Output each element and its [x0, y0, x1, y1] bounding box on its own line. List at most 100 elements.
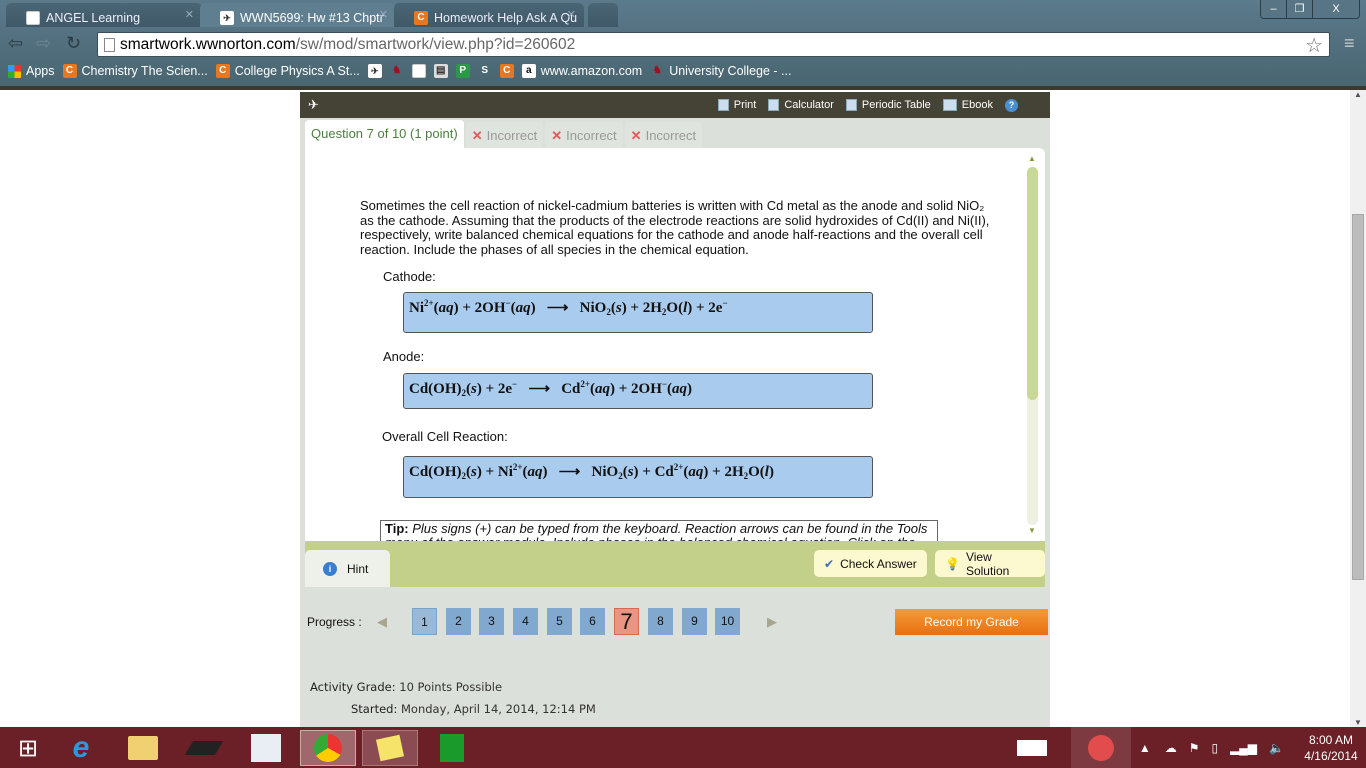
page-scrollbar[interactable]: ▲ ▼	[1350, 90, 1366, 727]
anode-label: Anode:	[383, 349, 425, 364]
page-button-2[interactable]: 2	[446, 608, 471, 635]
overall-answer-field[interactable]: Cd(OH)2(s) + Ni2+(aq) ⟶ NiO2(s) + Cd2+(a…	[403, 456, 873, 498]
tab-wwn5699[interactable]: ✈ WWN5699: Hw #13 Chptr ✕	[200, 3, 396, 27]
close-tab-icon[interactable]: ✕	[185, 8, 194, 21]
address-bar[interactable]: smartwork.wwnorton.com/sw/mod/smartwork/…	[97, 32, 1330, 57]
help-icon[interactable]: ?	[1005, 98, 1018, 112]
hint-button[interactable]: i Hint	[305, 550, 390, 587]
minimize-button[interactable]: –	[1261, 0, 1287, 18]
check-answer-button[interactable]: ✔ Check Answer	[814, 550, 927, 577]
sticky-notes-icon[interactable]	[362, 730, 418, 766]
bookmark-star-icon[interactable]: ☆	[1305, 33, 1323, 58]
chrome-menu-icon[interactable]: ≡	[1344, 33, 1358, 54]
tab-attempt-3[interactable]: ✕ Incorrect	[624, 122, 703, 148]
norton-bird-icon: ✈	[367, 64, 382, 78]
bookmark-clipboard[interactable]: ▤	[433, 64, 448, 78]
action-center-flag-icon[interactable]: ⚑	[1189, 741, 1200, 755]
laptop-icon[interactable]	[176, 730, 232, 766]
scroll-down-arrow-icon[interactable]: ▼	[1354, 718, 1362, 727]
bookmark-chegg[interactable]: C	[499, 64, 514, 78]
print-button[interactable]: Print	[717, 99, 756, 111]
keyboard-icon[interactable]	[1016, 739, 1047, 756]
tab-homework-help[interactable]: C Homework Help Ask A Qu ✕	[394, 3, 584, 27]
scrollbar-thumb[interactable]	[1027, 167, 1038, 400]
smartwork-app: ✈ Print Calculator Periodic Table Ebook …	[300, 90, 1050, 727]
tray-app-alert-icon[interactable]	[1070, 727, 1131, 768]
book-icon	[942, 99, 957, 111]
question-text: Sometimes the cell reaction of nickel-ca…	[360, 198, 990, 257]
record-grade-button[interactable]: Record my Grade	[895, 609, 1048, 635]
window-controls: – ❐ X	[1260, 0, 1360, 19]
clock[interactable]: 8:00 AM 4/16/2014	[1296, 732, 1366, 764]
periodic-table-button[interactable]: Periodic Table	[845, 99, 931, 111]
signal-bars-icon[interactable]: ▂▄▆	[1230, 741, 1257, 755]
forward-arrow-icon[interactable]: ⇨	[36, 33, 51, 54]
page-button-9[interactable]: 9	[682, 608, 707, 635]
bookmark-university-college[interactable]: ♞ University College - ...	[650, 64, 792, 78]
page-button-10[interactable]: 10	[715, 608, 740, 635]
tab-question[interactable]: Question 7 of 10 (1 point)	[305, 120, 464, 148]
incorrect-x-icon: ✕	[551, 128, 563, 143]
new-tab-button[interactable]	[588, 3, 618, 27]
close-tab-icon[interactable]: ✕	[379, 8, 388, 21]
scrollbar-thumb[interactable]	[1352, 214, 1364, 580]
intel-appup-icon[interactable]	[238, 730, 294, 766]
cathode-answer-field[interactable]: Ni2+(aq) + 2OH−(aq) ⟶ NiO2(s) + 2H2O(l) …	[403, 292, 873, 333]
scroll-down-arrow-icon[interactable]: ▼	[1028, 526, 1036, 535]
view-solution-button[interactable]: 💡 View Solution	[935, 550, 1045, 578]
windows-store-icon[interactable]	[424, 730, 480, 766]
scroll-up-arrow-icon[interactable]: ▲	[1028, 154, 1036, 163]
bookmark-wsu[interactable]: ♞	[390, 64, 404, 78]
bookmark-page[interactable]	[411, 64, 426, 78]
restore-button[interactable]: ❐	[1287, 0, 1313, 18]
tab-attempt-1[interactable]: ✕ Incorrect	[465, 122, 544, 148]
page-button-1[interactable]: 1	[412, 608, 437, 635]
wsu-cougar-icon: ♞	[392, 65, 402, 76]
ebook-button[interactable]: Ebook	[942, 99, 993, 111]
previous-arrow-icon[interactable]: ◀	[377, 614, 387, 630]
incorrect-x-icon: ✕	[630, 128, 642, 143]
onedrive-cloud-icon[interactable]: ☁	[1165, 741, 1177, 755]
file-explorer-icon[interactable]	[115, 730, 171, 766]
windows-start-icon[interactable]: ⊞	[0, 730, 56, 766]
close-tab-icon[interactable]: ✕	[567, 8, 576, 21]
show-hidden-icons-icon[interactable]: ▲	[1139, 741, 1151, 755]
tab-angel-learning[interactable]: ANGEL Learning ✕	[6, 3, 202, 27]
progress-bar: Progress : ◀ 1 2 3 4 5 6 7 8 9 10 ▶ Reco…	[300, 600, 1050, 640]
bookmark-norton[interactable]: ✈	[367, 64, 382, 78]
overall-label: Overall Cell Reaction:	[382, 429, 508, 444]
volume-icon[interactable]: 🔈	[1269, 741, 1284, 755]
info-icon: i	[323, 561, 337, 576]
tab-attempt-2[interactable]: ✕ Incorrect	[545, 122, 623, 148]
bookmark-label: Chemistry The Scien...	[81, 64, 208, 78]
page-button-5[interactable]: 5	[547, 608, 572, 635]
chrome-icon[interactable]	[300, 730, 356, 766]
page-button-6[interactable]: 6	[580, 608, 605, 635]
scroll-up-arrow-icon[interactable]: ▲	[1354, 90, 1362, 99]
reload-icon[interactable]: ↻	[66, 33, 81, 54]
bookmark-apps[interactable]: Apps	[8, 64, 55, 78]
back-arrow-icon[interactable]: ⇦	[8, 33, 23, 54]
next-arrow-icon[interactable]: ▶	[767, 614, 777, 630]
app-toolbar: ✈ Print Calculator Periodic Table Ebook …	[300, 90, 1050, 118]
bookmark-p[interactable]: P	[455, 64, 470, 78]
norton-bird-icon: ✈	[220, 10, 234, 25]
question-scrollbar[interactable]: ▲ ▼	[1027, 154, 1039, 535]
internet-explorer-icon[interactable]: e	[53, 730, 109, 766]
bookmark-amazon[interactable]: a www.amazon.com	[521, 64, 642, 78]
page-button-7-current[interactable]: 7	[614, 608, 639, 635]
calculator-button[interactable]: Calculator	[768, 99, 834, 111]
page-button-4[interactable]: 4	[513, 608, 538, 635]
battery-icon[interactable]: ▯	[1211, 741, 1218, 755]
tab-title: Homework Help Ask A Qu	[434, 10, 578, 25]
chegg-c-icon: C	[62, 64, 77, 78]
bookmark-s[interactable]: S	[478, 64, 492, 78]
bookmark-physics[interactable]: C College Physics A St...	[215, 64, 360, 78]
page-button-8[interactable]: 8	[648, 608, 673, 635]
page-button-3[interactable]: 3	[479, 608, 504, 635]
anode-answer-field[interactable]: Cd(OH)2(s) + 2e− ⟶ Cd2+(aq) + 2OH−(aq)	[403, 373, 873, 409]
bookmark-chemistry[interactable]: C Chemistry The Scien...	[62, 64, 208, 78]
close-window-button[interactable]: X	[1313, 0, 1359, 18]
clock-time: 8:00 AM	[1308, 732, 1354, 747]
tab-title: WWN5699: Hw #13 Chptr	[240, 10, 384, 25]
